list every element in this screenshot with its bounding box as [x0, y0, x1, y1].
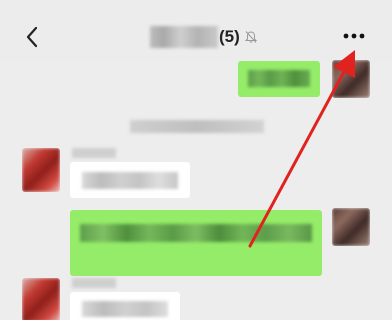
annotation-arrow-icon: [248, 50, 355, 248]
chat-screen: (5): [0, 0, 392, 320]
